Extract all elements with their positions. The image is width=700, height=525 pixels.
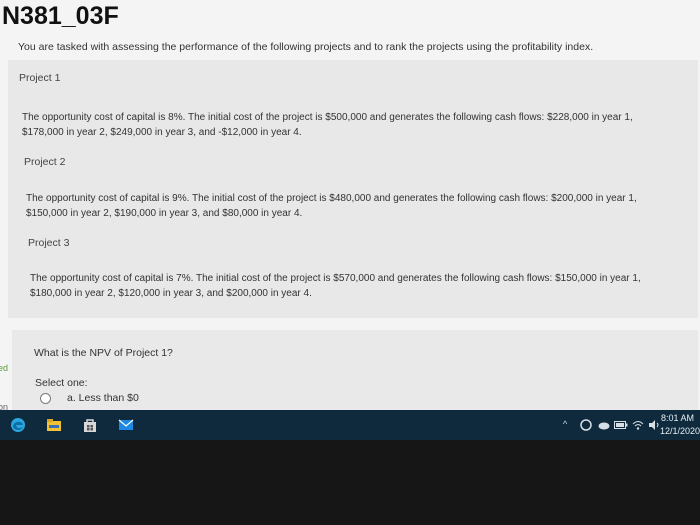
taskbar-clock-time[interactable]: 8:01 AM [661,413,694,423]
project-2-line-1: The opportunity cost of capital is 9%. T… [26,193,637,204]
windows-taskbar: ^ 8:01 AM 12/1/2020 [0,410,700,440]
browser-page: N381_03F You are tasked with assessing t… [0,0,700,410]
volume-icon[interactable] [648,419,660,431]
mail-icon[interactable] [118,417,134,433]
project-3-label: Project 3 [28,237,70,249]
option-a-radio[interactable] [40,393,51,404]
select-one-label: Select one: [35,377,88,389]
file-explorer-icon[interactable] [46,417,62,433]
chevron-up-icon[interactable]: ^ [563,419,567,429]
project-2-label: Project 2 [24,156,66,168]
project-1-text: The opportunity cost of capital is 8%. T… [22,110,672,140]
project-1-line-2: $178,000 in year 2, $249,000 in year 3, … [22,127,302,138]
project-3-line-1: The opportunity cost of capital is 7%. T… [30,273,641,284]
project-1-label: Project 1 [19,72,61,84]
question-prompt: What is the NPV of Project 1? [34,347,173,359]
project-2-line-2: $150,000 in year 2, $190,000 in year 3, … [26,208,303,219]
wifi-icon[interactable] [632,419,644,431]
course-title: N381_03F [2,2,119,30]
project-3-text: The opportunity cost of capital is 7%. T… [30,271,680,301]
left-sidebar-edge: ed on [0,360,11,410]
dark-background [0,440,700,525]
project-2-text: The opportunity cost of capital is 9%. T… [26,191,676,221]
project-3-line-2: $180,000 in year 2, $120,000 in year 3, … [30,288,312,299]
onedrive-icon[interactable] [580,419,592,431]
battery-icon[interactable] [614,421,628,429]
sidebar-fragment: on [0,402,9,410]
store-icon[interactable] [82,417,98,433]
edge-icon[interactable] [10,417,26,433]
project-1-line-1: The opportunity cost of capital is 8%. T… [22,112,633,123]
sidebar-fragment: ed [0,363,9,373]
option-a-label[interactable]: a. Less than $0 [67,392,139,404]
onedrive-icon[interactable] [598,420,610,430]
taskbar-clock-date[interactable]: 12/1/2020 [660,426,700,436]
question-intro: You are tasked with assessing the perfor… [18,41,594,53]
